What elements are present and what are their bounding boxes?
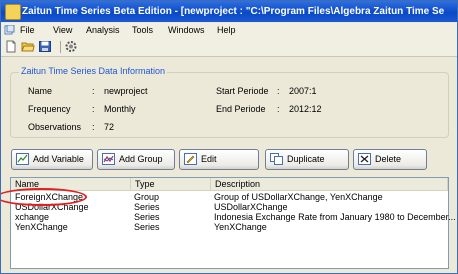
name-value: newproject [104,86,148,96]
observations-value: 72 [104,122,115,132]
add-variable-label: Add Variable [33,154,84,164]
menu-tools[interactable]: Tools [132,24,153,37]
menu-help[interactable]: Help [217,24,236,37]
frequency-label: Frequency [28,104,71,114]
list-row[interactable]: USDollarXChange Series USDollarXChange [11,202,448,212]
column-header-description[interactable]: Description [211,178,448,190]
duplicate-button[interactable]: Duplicate [265,149,349,170]
menu-windows[interactable]: Windows [168,24,205,37]
row-type: Series [134,202,160,212]
window-title: Zaitun Time Series Beta Edition - [newpr… [22,6,445,17]
frequency-value: Monthly [104,104,136,114]
application-window: Zaitun Time Series Beta Edition - [newpr… [0,0,458,274]
end-periode-label: End Periode [216,104,266,114]
toolbar-separator [60,41,61,53]
edit-icon [184,153,197,165]
name-label: Name [28,86,53,96]
menu-view[interactable]: View [53,24,72,37]
row-type: Series [134,222,160,232]
observations-separator: : [92,122,95,132]
delete-button[interactable]: Delete [353,149,427,170]
app-icon [5,4,21,20]
column-header-type[interactable]: Type [131,178,211,190]
row-description: Group of USDollarXChange, YenXChange [214,192,383,202]
end-periode-value: 2012:12 [289,104,322,114]
row-description: YenXChange [214,222,267,232]
document-icon[interactable] [4,24,15,35]
menu-bar: File View Analysis Tools Windows Help [1,23,457,38]
start-periode-value: 2007:1 [289,86,317,96]
row-description: Indonesia Exchange Rate from January 198… [214,212,456,222]
title-bar[interactable]: Zaitun Time Series Beta Edition - [newpr… [1,1,457,22]
delete-icon [358,153,371,165]
edit-label: Edit [201,154,217,164]
row-description: USDollarXChange [214,202,288,212]
list-row[interactable]: YenXChange Series YenXChange [11,222,448,232]
start-periode-separator: : [277,86,280,96]
row-name: xchange [15,212,50,222]
delete-label: Delete [375,154,402,164]
name-separator: : [92,86,95,96]
list-header: Name Type Description [11,178,448,191]
duplicate-label: Duplicate [287,154,325,164]
add-group-label: Add Group [119,154,163,164]
menu-file[interactable]: File [20,24,35,37]
observations-label: Observations [28,122,82,132]
frequency-separator: : [92,104,95,114]
open-folder-icon[interactable] [21,40,35,53]
add-variable-button[interactable]: Add Variable [11,149,93,170]
list-row[interactable]: xchange Series Indonesia Exchange Rate f… [11,212,456,222]
save-icon[interactable] [38,40,52,53]
edit-button[interactable]: Edit [179,149,259,170]
end-periode-separator: : [277,104,280,114]
row-name: YenXChange [15,222,68,232]
add-variable-icon [16,153,29,165]
new-document-icon[interactable] [4,40,18,53]
add-group-button[interactable]: Add Group [97,149,175,170]
highlight-ellipse [1,188,87,206]
menu-analysis[interactable]: Analysis [86,24,120,37]
settings-gear-icon[interactable] [64,40,78,53]
row-type: Series [134,212,160,222]
add-group-icon [102,153,115,165]
duplicate-icon [270,153,283,165]
group-title: Zaitun Time Series Data Information [19,66,168,76]
start-periode-label: Start Periode [216,86,269,96]
row-type: Group [134,192,160,202]
toolbar [1,38,457,57]
